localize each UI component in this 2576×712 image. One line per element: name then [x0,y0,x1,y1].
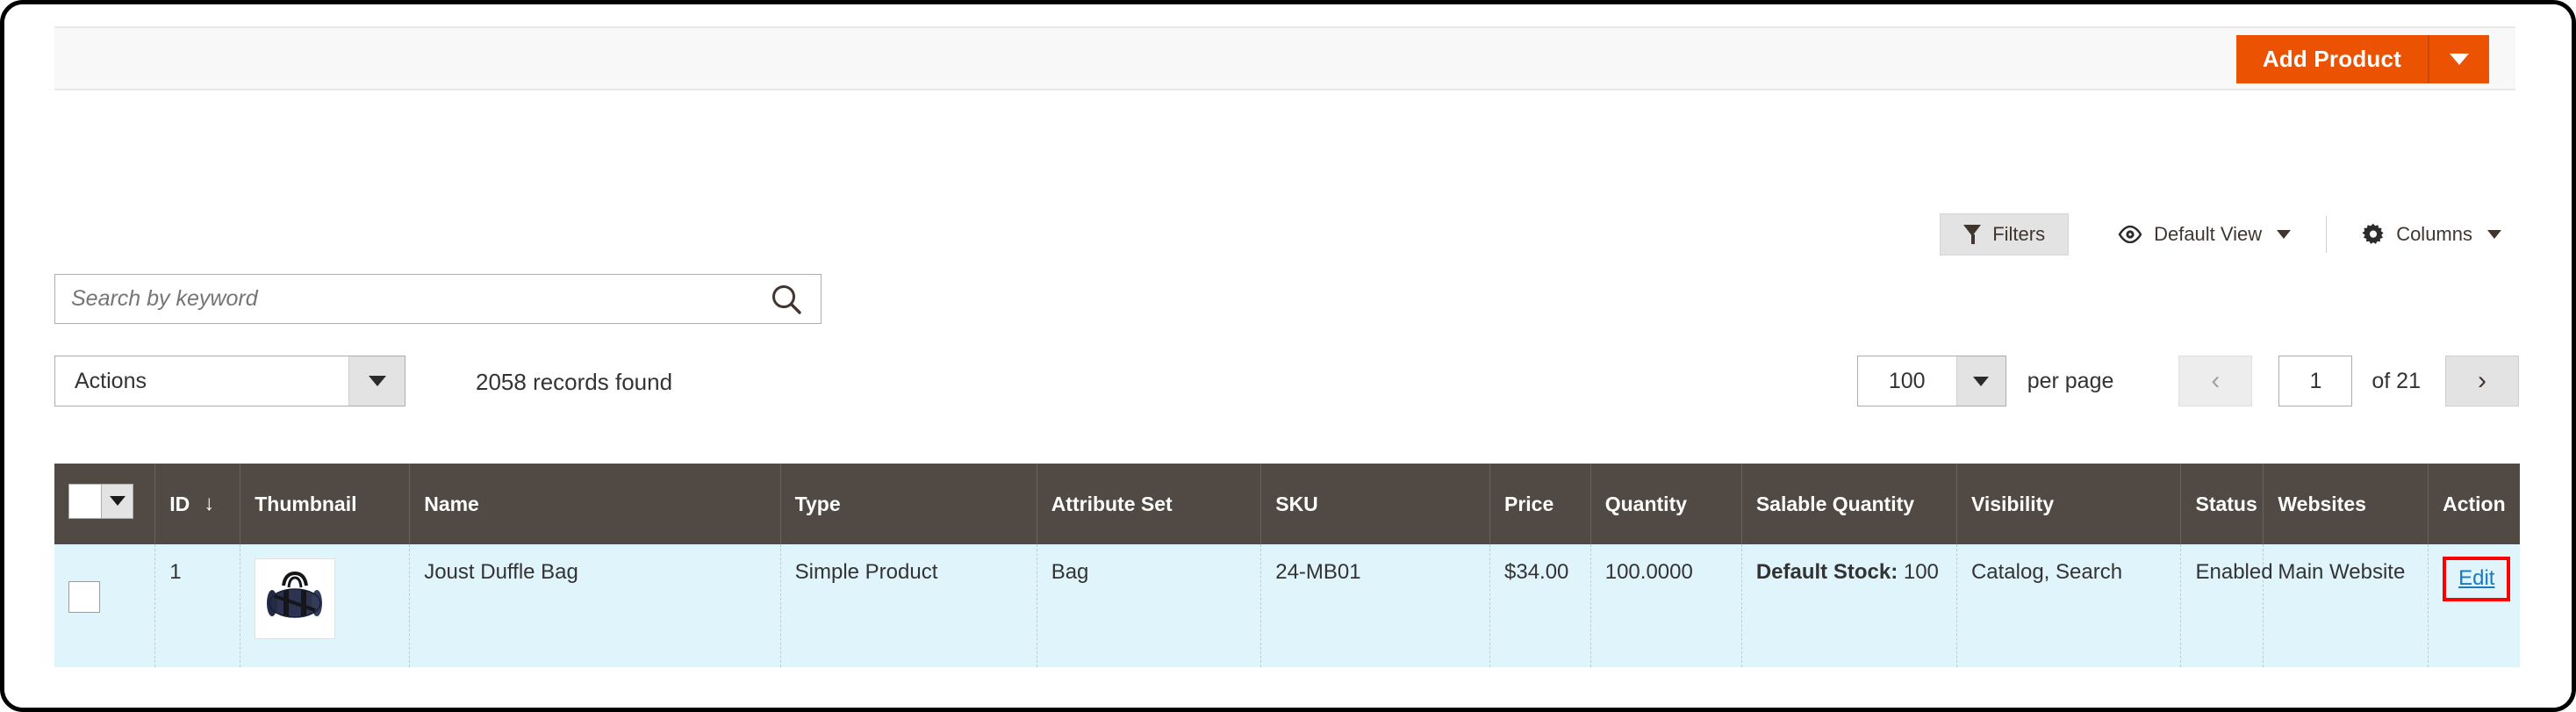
toolbar-divider [2326,216,2328,253]
search-icon [770,283,803,316]
grid-body: 1 Joust Duffle Bag Simple Product Bag 24… [54,544,2520,667]
per-page-label: per page [2027,368,2114,393]
chevron-down-icon [2277,230,2292,239]
add-product-dropdown-toggle[interactable] [2428,35,2489,83]
cell-salable-quantity: Default Stock: 100 [1741,544,1957,667]
column-header-salable-quantity[interactable]: Salable Quantity [1741,464,1957,544]
actions-dropdown[interactable]: Actions [54,356,405,406]
default-view-dropdown[interactable]: Default View [2102,213,2307,255]
filters-label: Filters [1992,223,2046,245]
cell-sku: 24-MB01 [1260,544,1490,667]
salable-stock-label: Default Stock: [1755,560,1898,584]
column-header-status[interactable]: Status [2180,464,2264,544]
records-found-text: 2058 records found [476,369,673,395]
cell-action: Edit [2428,544,2520,667]
default-view-label: Default View [2154,223,2263,245]
cell-websites: Main Website [2263,544,2429,667]
add-product-split-button: Add Product [2235,35,2489,83]
funnel-icon [1963,225,1982,244]
product-grid: ID ↓ Thumbnail Name Type Attribute Set S… [54,464,2520,667]
columns-label: Columns [2396,223,2472,245]
row-checkbox[interactable] [68,581,100,613]
column-header-id-label: ID [169,492,190,515]
filters-button[interactable]: Filters [1940,213,2070,255]
cell-name: Joust Duffle Bag [409,544,781,667]
row-select-cell [54,544,156,667]
search-input[interactable] [55,286,752,312]
column-header-select-all [54,464,156,544]
add-product-button[interactable]: Add Product [2235,35,2428,83]
actions-dropdown-toggle[interactable] [348,356,405,406]
page-number-input[interactable] [2278,356,2353,406]
chevron-down-icon [368,376,386,386]
cell-attribute-set: Bag [1037,544,1262,667]
search-submit-button[interactable] [752,275,821,323]
total-pages-label: of 21 [2371,368,2421,393]
keyword-search-box [54,274,822,324]
chevron-down-icon [2450,54,2469,65]
page-canvas: Add Product Filters Default View Columns… [4,4,2572,708]
grid-header-row: ID ↓ Thumbnail Name Type Attribute Set S… [54,464,2520,544]
columns-dropdown[interactable]: Columns [2346,213,2517,255]
sort-ascending-icon: ↓ [204,491,215,515]
column-header-type[interactable]: Type [780,464,1037,544]
column-header-action: Action [2428,464,2520,544]
grid-pager: 100 per page ‹ of 21 › [1856,356,2519,406]
select-all-control[interactable] [68,483,133,519]
cell-quantity: 100.0000 [1590,544,1742,667]
select-all-checkbox[interactable] [68,483,102,519]
column-header-price[interactable]: Price [1489,464,1591,544]
cell-type: Simple Product [780,544,1037,667]
cell-price: $34.00 [1489,544,1591,667]
column-header-id[interactable]: ID ↓ [154,464,241,544]
table-row[interactable]: 1 Joust Duffle Bag Simple Product Bag 24… [54,544,2520,667]
cell-id: 1 [154,544,241,667]
select-all-dropdown-toggle[interactable] [102,483,133,519]
column-header-visibility[interactable]: Visibility [1956,464,2182,544]
column-header-attribute-set[interactable]: Attribute Set [1037,464,1262,544]
product-thumbnail[interactable] [255,558,336,639]
per-page-dropdown[interactable]: 100 [1856,356,2006,406]
per-page-dropdown-toggle[interactable] [1955,356,2006,406]
column-header-thumbnail[interactable]: Thumbnail [240,464,411,544]
next-page-button[interactable]: › [2445,356,2519,406]
salable-stock-value: 100 [1903,560,1939,584]
actions-label: Actions [75,368,147,393]
per-page-value: 100 [1888,368,1926,393]
column-header-sku[interactable]: SKU [1260,464,1490,544]
browser-window: Add Product Filters Default View Columns… [0,0,2576,712]
grid-toolbar: Filters Default View Columns [1940,213,2517,255]
cell-thumbnail [240,544,411,667]
page-header-panel: Add Product [54,26,2515,90]
column-header-websites[interactable]: Websites [2263,464,2429,544]
eye-icon [2118,226,2142,243]
gear-icon [2362,223,2385,246]
chevron-down-icon [1973,376,1990,386]
edit-link[interactable]: Edit [2458,566,2494,590]
edit-link-highlight: Edit [2443,557,2511,602]
cell-visibility: Catalog, Search [1956,544,2182,667]
cell-status: Enabled [2180,544,2273,667]
column-header-quantity[interactable]: Quantity [1590,464,1742,544]
previous-page-button[interactable]: ‹ [2178,356,2253,406]
duffle-bag-icon [257,561,334,636]
chevron-down-icon [109,496,126,507]
column-header-name[interactable]: Name [409,464,781,544]
chevron-down-icon [2487,230,2501,239]
